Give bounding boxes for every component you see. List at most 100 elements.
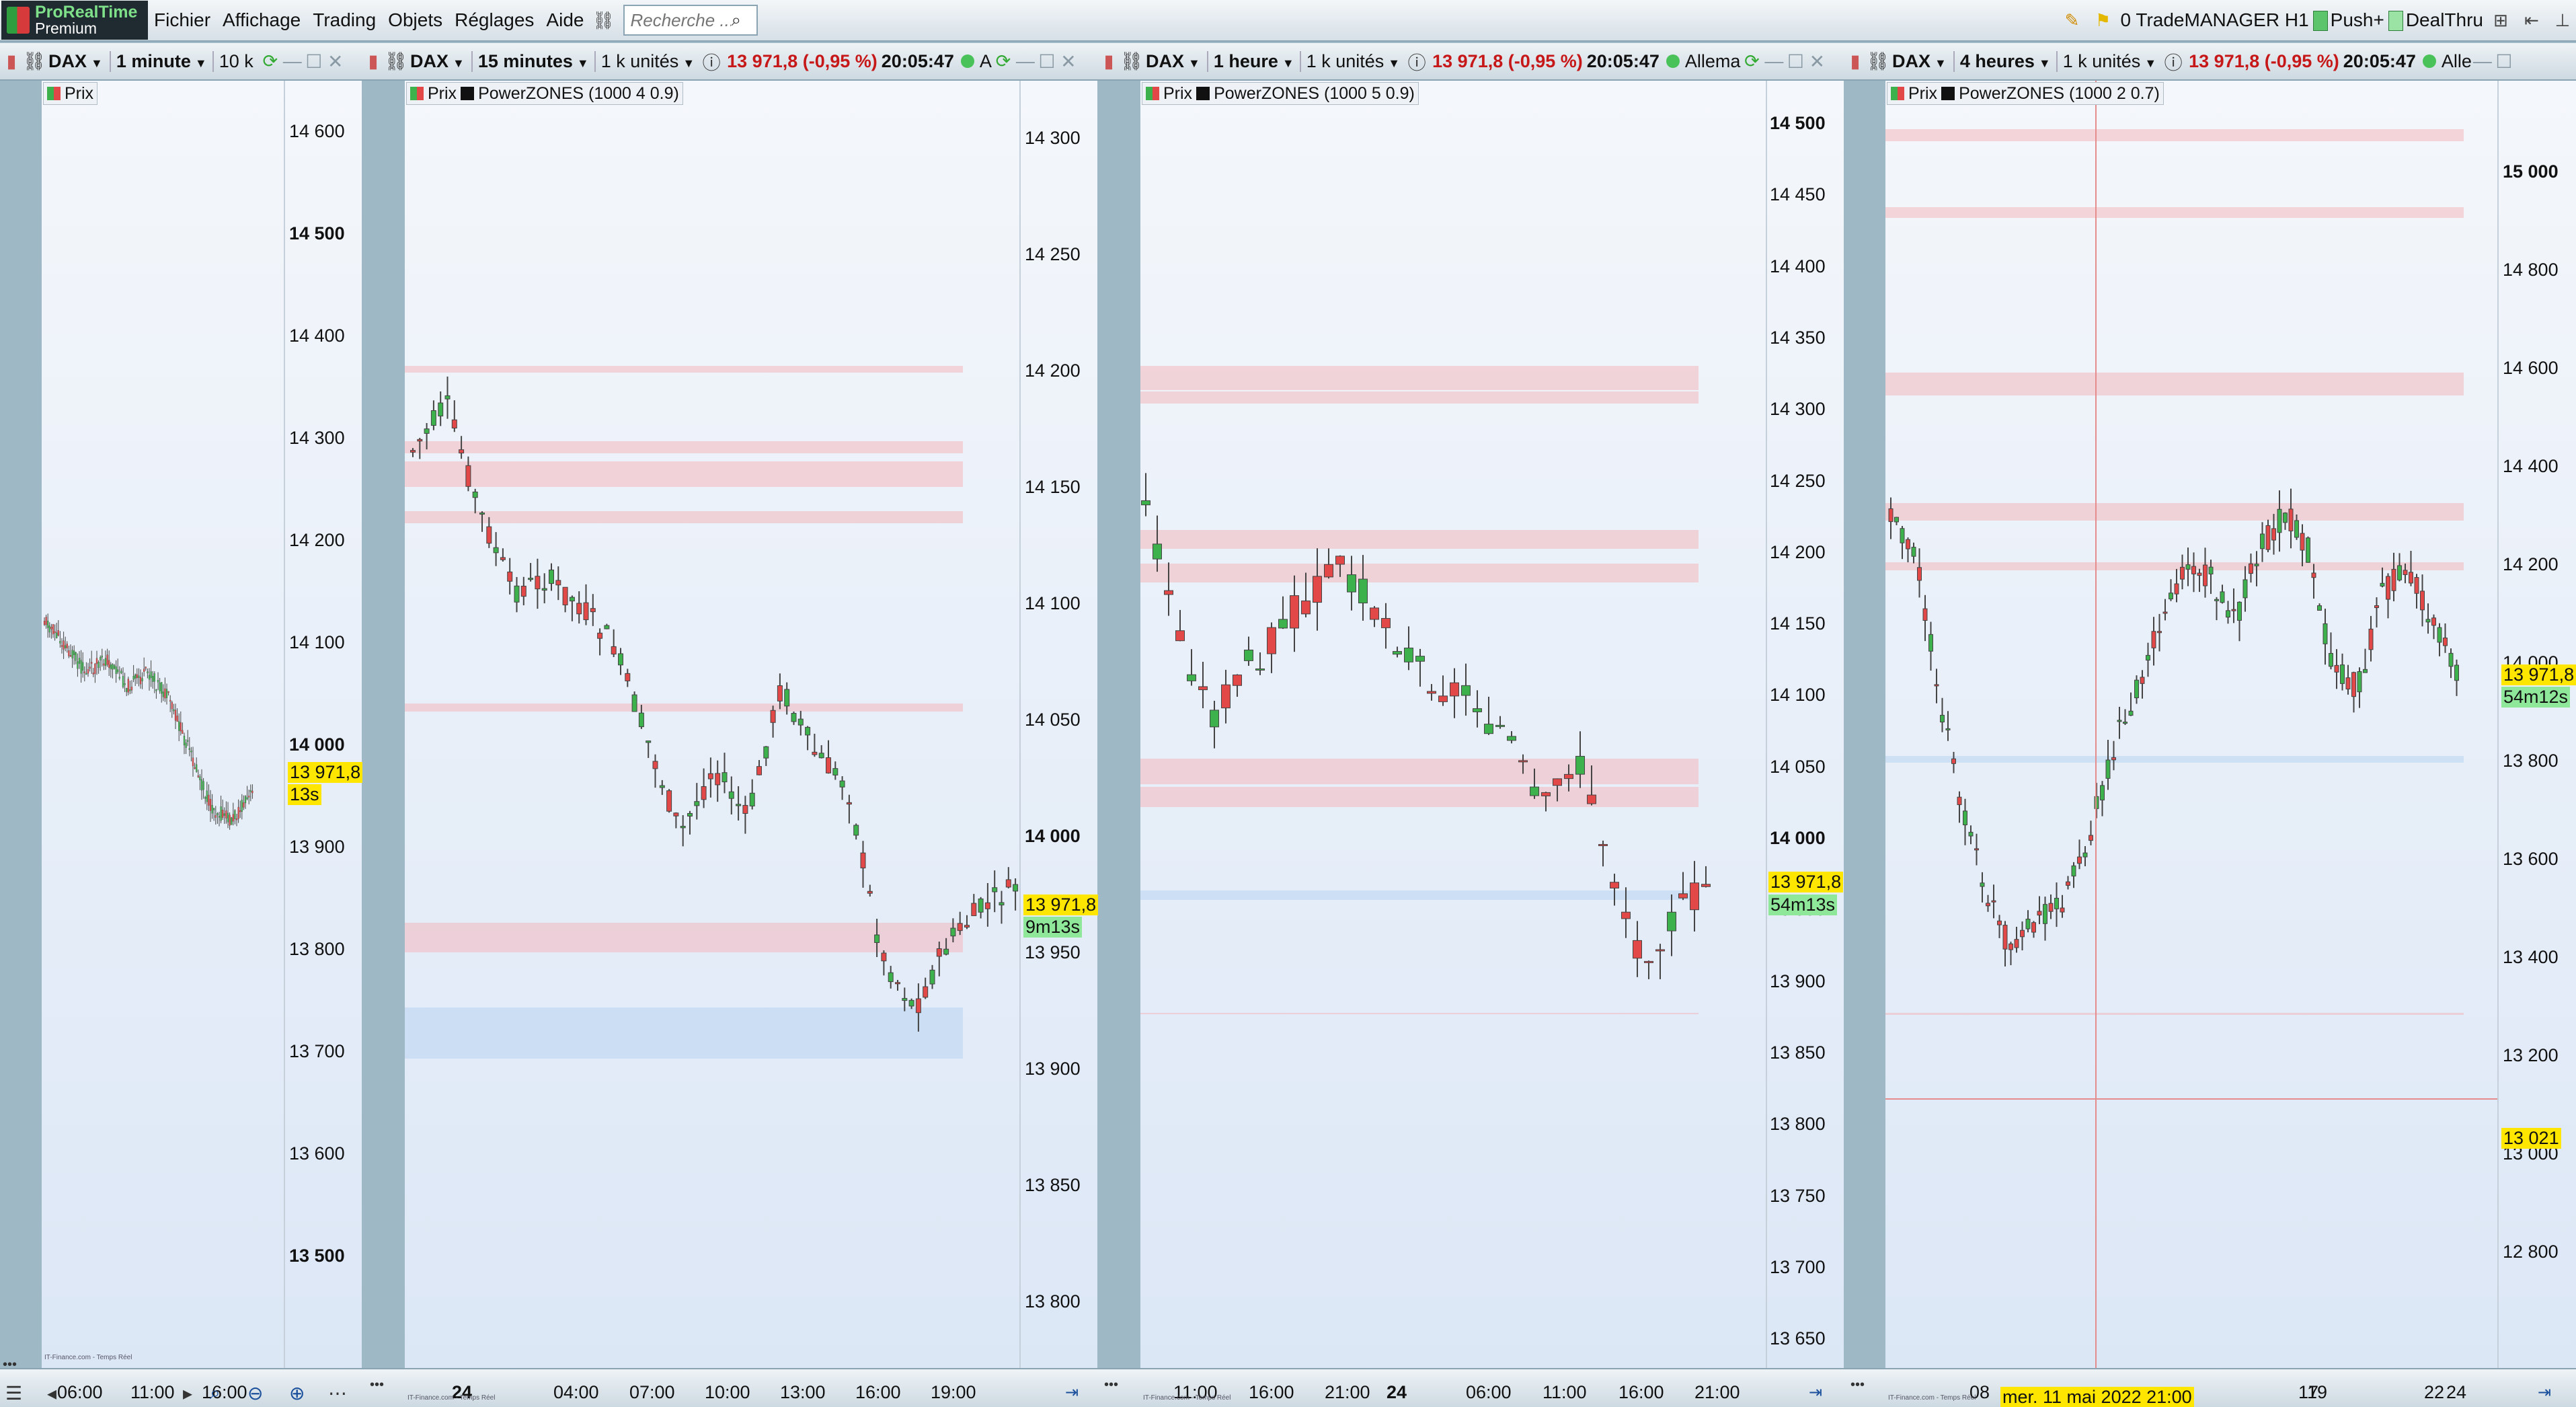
- candle: [101, 648, 103, 667]
- goto-end-icon[interactable]: ⇥: [2538, 1383, 2551, 1402]
- options-icon[interactable]: •••: [1850, 1377, 1865, 1393]
- list-icon[interactable]: ☰: [5, 1382, 22, 1404]
- info-icon[interactable]: ⓘ: [1405, 48, 1428, 75]
- menu-affichage[interactable]: Affichage: [217, 9, 307, 31]
- menu-reglages[interactable]: Réglages: [448, 9, 540, 31]
- order-icon[interactable]: ▮: [1097, 51, 1120, 72]
- candle: [122, 667, 124, 689]
- scroll-left-icon[interactable]: ◂: [47, 1382, 56, 1404]
- symbol-selector[interactable]: DAX ▼: [410, 51, 465, 72]
- time-tick: 16:00: [1249, 1382, 1294, 1402]
- back-icon[interactable]: ⇤: [2518, 7, 2545, 34]
- search-input[interactable]: [630, 9, 732, 31]
- flag-icon[interactable]: ⚑: [2090, 7, 2117, 34]
- timeframe-selector[interactable]: 1 heure ▼: [1206, 50, 1300, 72]
- push-button[interactable]: Push+: [2312, 9, 2384, 32]
- maximize-icon[interactable]: ☐: [1036, 50, 1058, 73]
- candle: [91, 650, 93, 674]
- units-selector[interactable]: 1 k unités ▼: [1299, 50, 1405, 72]
- link-icon[interactable]: ⛓: [1120, 50, 1143, 72]
- search-field[interactable]: ⌕: [623, 5, 758, 36]
- candle: [69, 644, 72, 657]
- maximize-icon[interactable]: ☐: [2493, 50, 2515, 73]
- legend[interactable]: Prix: [43, 82, 98, 105]
- candle: [190, 747, 192, 762]
- more-icon[interactable]: ⋯: [328, 1382, 347, 1404]
- link-icon[interactable]: ⛓: [385, 50, 407, 72]
- close-icon[interactable]: ✕: [1806, 50, 1828, 73]
- goto-end-icon[interactable]: ⇥: [1065, 1383, 1079, 1402]
- link-icon[interactable]: ⛓: [590, 7, 617, 34]
- refresh-icon[interactable]: ⟳: [259, 51, 282, 72]
- price-plot[interactable]: [1140, 81, 1766, 1368]
- legend[interactable]: Prix PowerZONES (1000 2 0.7): [1887, 82, 2164, 105]
- timeframe-selector[interactable]: 4 heures ▼: [1953, 50, 2056, 72]
- options-icon[interactable]: •••: [3, 1357, 17, 1373]
- close-icon[interactable]: ✕: [1058, 50, 1079, 73]
- maximize-icon[interactable]: ☐: [303, 50, 325, 73]
- candle: [1473, 690, 1482, 728]
- price-plot[interactable]: [405, 81, 1019, 1368]
- minimize-icon[interactable]: —: [1763, 50, 1785, 72]
- candle: [244, 795, 247, 809]
- zoom-icon[interactable]: ⌕: [210, 1382, 221, 1404]
- minimize-icon[interactable]: —: [1015, 50, 1036, 72]
- price-axis[interactable]: [284, 81, 362, 1368]
- chart-area[interactable]: [1140, 81, 1844, 1368]
- symbol-selector[interactable]: DAX ▼: [1892, 51, 1947, 72]
- link-icon[interactable]: ⛓: [1867, 50, 1889, 72]
- trade-manager-status[interactable]: 0 TradeMANAGER H1: [2121, 9, 2309, 31]
- units-selector[interactable]: 1 k unités ▼: [594, 50, 700, 72]
- symbol-selector[interactable]: DAX ▼: [1146, 51, 1200, 72]
- candle: [227, 802, 229, 829]
- maximize-icon[interactable]: ☐: [1785, 50, 1806, 73]
- price-plot[interactable]: [42, 81, 284, 1368]
- drawing-icon[interactable]: ✎: [2059, 7, 2086, 34]
- menu-trading[interactable]: Trading: [307, 9, 382, 31]
- price-tick: 14 250: [1025, 244, 1081, 264]
- powerzones-swatch: [1941, 87, 1955, 100]
- chart-area[interactable]: [42, 81, 362, 1368]
- link-icon[interactable]: ⛓: [23, 50, 46, 72]
- minimize-icon[interactable]: —: [2472, 50, 2493, 72]
- price-plot[interactable]: [1885, 81, 2497, 1368]
- zoom-out-icon[interactable]: ⊖: [247, 1382, 263, 1404]
- legend[interactable]: Prix PowerZONES (1000 5 0.9): [1142, 82, 1419, 105]
- candle: [161, 682, 163, 703]
- dealthru-button[interactable]: DealThru: [2388, 9, 2483, 32]
- menu-fichier[interactable]: Fichier: [148, 9, 217, 31]
- info-icon[interactable]: ⓘ: [700, 48, 723, 75]
- order-icon[interactable]: ▮: [362, 51, 385, 72]
- goto-end-icon[interactable]: ⇥: [1809, 1383, 1822, 1402]
- chart-area[interactable]: [405, 81, 1097, 1368]
- search-icon[interactable]: ⌕: [731, 9, 741, 31]
- timeframe-selector[interactable]: 15 minutes ▼: [471, 50, 594, 72]
- units-selector[interactable]: 10 k: [212, 50, 259, 72]
- layout-icon[interactable]: ⊞: [2487, 7, 2514, 34]
- symbol-selector[interactable]: DAX ▼: [48, 51, 103, 72]
- chart-area[interactable]: [1885, 81, 2576, 1368]
- candle: [57, 620, 59, 637]
- menu-aide[interactable]: Aide: [540, 9, 590, 31]
- units-selector[interactable]: 1 k unités ▼: [2056, 50, 2162, 72]
- scroll-right-icon[interactable]: ▸: [183, 1382, 192, 1404]
- refresh-icon[interactable]: ⟳: [1740, 51, 1763, 72]
- pin-icon[interactable]: ⊥: [2549, 7, 2576, 34]
- legend[interactable]: Prix PowerZONES (1000 4 0.9): [406, 82, 683, 105]
- candle: [978, 897, 984, 919]
- menu-objets[interactable]: Objets: [382, 9, 448, 31]
- zoom-in-icon[interactable]: ⊕: [289, 1382, 305, 1404]
- timeframe-selector[interactable]: 1 minute ▼: [109, 50, 212, 72]
- options-icon[interactable]: •••: [370, 1377, 384, 1393]
- info-icon[interactable]: ⓘ: [2162, 48, 2185, 75]
- order-icon[interactable]: ▮: [1844, 51, 1867, 72]
- data-source-label: IT-Finance.com - Temps Réel: [1888, 1394, 1976, 1402]
- candle: [451, 400, 457, 432]
- refresh-icon[interactable]: ⟳: [992, 51, 1015, 72]
- options-icon[interactable]: •••: [1104, 1377, 1118, 1393]
- candle: [1244, 636, 1253, 666]
- candle: [52, 623, 54, 638]
- order-icon[interactable]: ▮: [0, 51, 23, 72]
- minimize-icon[interactable]: —: [282, 50, 303, 72]
- close-icon[interactable]: ✕: [325, 50, 346, 73]
